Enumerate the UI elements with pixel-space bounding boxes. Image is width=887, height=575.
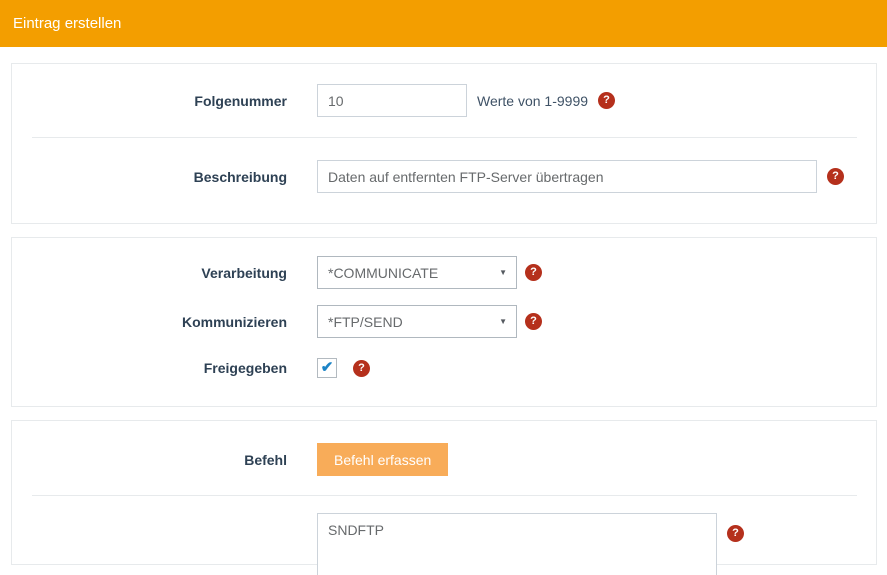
verarbeitung-select[interactable]: *COMMUNICATE ▼ — [317, 256, 517, 289]
chevron-down-icon: ▼ — [499, 317, 507, 326]
divider — [32, 495, 857, 496]
kommunizieren-select[interactable]: *FTP/SEND ▼ — [317, 305, 517, 338]
verarbeitung-label: Verarbeitung — [32, 265, 287, 281]
form-content: Folgenummer Werte von 1-9999 ? Beschreib… — [0, 47, 887, 565]
help-icon[interactable]: ? — [827, 168, 844, 185]
divider — [32, 137, 857, 138]
verarbeitung-row: Verarbeitung *COMMUNICATE ▼ ? — [32, 256, 857, 289]
kommunizieren-row: Kommunizieren *FTP/SEND ▼ ? — [32, 305, 857, 338]
beschreibung-label: Beschreibung — [32, 169, 287, 185]
befehl-label: Befehl — [32, 452, 287, 468]
folgenummer-label: Folgenummer — [32, 93, 287, 109]
kommunizieren-label: Kommunizieren — [32, 314, 287, 330]
freigegeben-checkbox[interactable]: ✔ — [317, 358, 337, 378]
befehl-row: Befehl Befehl erfassen — [32, 443, 857, 476]
folgenummer-input[interactable] — [317, 84, 467, 117]
panel-command: Befehl Befehl erfassen SNDFTP ? — [11, 420, 877, 565]
verarbeitung-selected-value: *COMMUNICATE — [328, 265, 438, 281]
help-icon[interactable]: ? — [353, 360, 370, 377]
help-icon[interactable]: ? — [727, 525, 744, 542]
befehl-erfassen-button[interactable]: Befehl erfassen — [317, 443, 448, 476]
freigegeben-row: Freigegeben ✔ ? — [32, 358, 857, 378]
kommunizieren-selected-value: *FTP/SEND — [328, 314, 403, 330]
befehl-text-row: SNDFTP ? — [32, 513, 857, 575]
beschreibung-row: Beschreibung ? — [32, 160, 857, 193]
page-title: Eintrag erstellen — [13, 15, 121, 32]
freigegeben-label: Freigegeben — [32, 360, 287, 376]
chevron-down-icon: ▼ — [499, 268, 507, 277]
check-icon: ✔ — [321, 360, 334, 375]
help-icon[interactable]: ? — [525, 264, 542, 281]
befehl-textarea[interactable]: SNDFTP — [317, 513, 717, 575]
panel-processing: Verarbeitung *COMMUNICATE ▼ ? Kommunizie… — [11, 237, 877, 407]
help-icon[interactable]: ? — [598, 92, 615, 109]
help-icon[interactable]: ? — [525, 313, 542, 330]
folgenummer-hint: Werte von 1-9999 — [477, 93, 588, 109]
panel-general: Folgenummer Werte von 1-9999 ? Beschreib… — [11, 63, 877, 224]
page-header: Eintrag erstellen — [0, 0, 887, 47]
folgenummer-row: Folgenummer Werte von 1-9999 ? — [32, 84, 857, 117]
beschreibung-input[interactable] — [317, 160, 817, 193]
